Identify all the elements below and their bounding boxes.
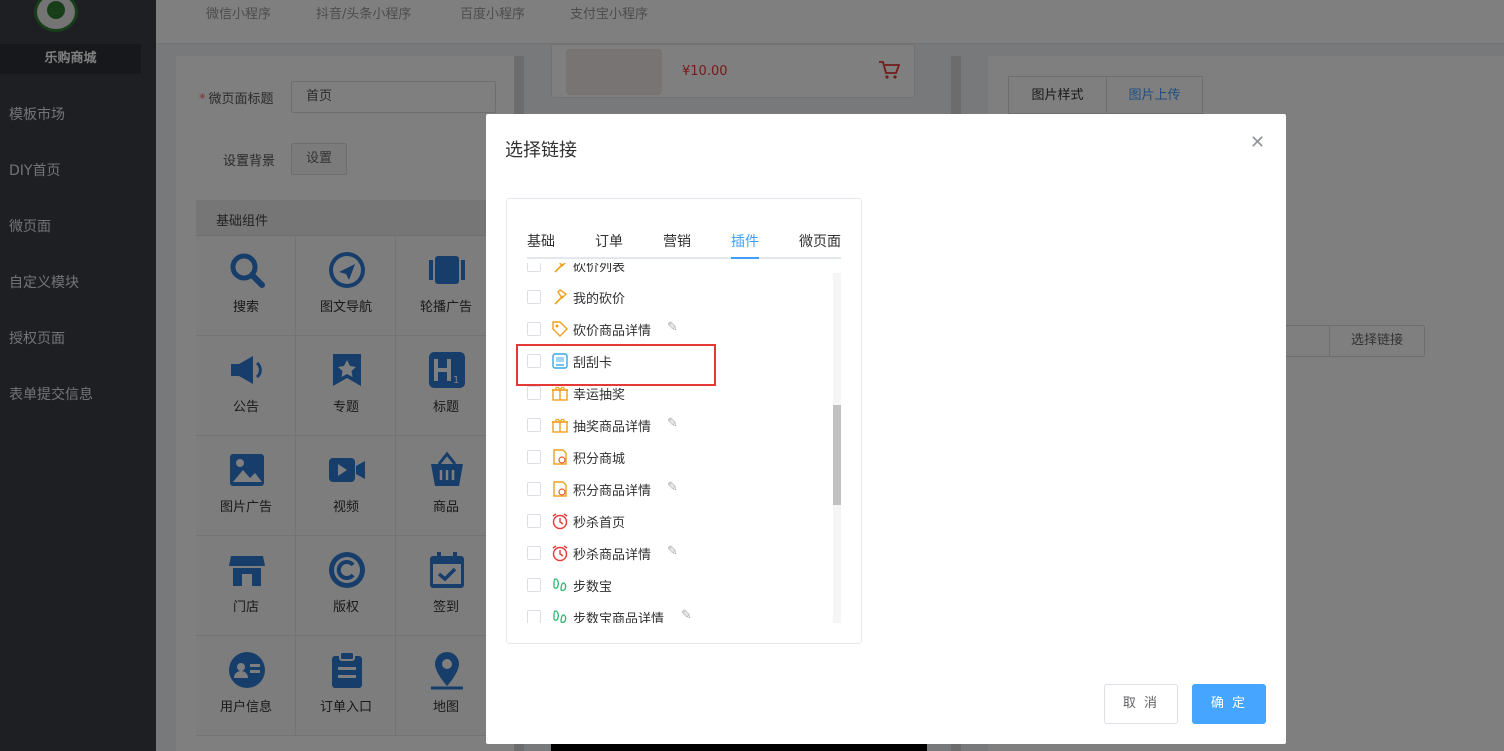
link-category-tabs: 基础 订单 营销 插件 微页面: [527, 225, 841, 259]
link-row[interactable]: 刮刮卡: [527, 351, 827, 371]
link-row[interactable]: 幸运抽奖: [527, 383, 827, 403]
alarm-clock-icon: [551, 544, 569, 562]
active-tab-indicator: [731, 257, 759, 259]
close-icon[interactable]: ✕: [1250, 132, 1265, 153]
row-checkbox[interactable]: [527, 290, 541, 304]
row-label: 秒杀商品详情: [573, 548, 652, 563]
edit-icon[interactable]: ✎: [681, 608, 692, 623]
link-row[interactable]: 抽奖商品详情 ✎: [527, 415, 827, 435]
row-label: 砍价商品详情: [573, 324, 652, 339]
price-tag-icon: [551, 320, 569, 338]
tab-basic[interactable]: 基础: [527, 231, 555, 251]
row-label: 积分商品详情: [573, 484, 652, 499]
row-checkbox[interactable]: [527, 354, 541, 368]
select-link-dialog: 选择链接 ✕ 基础 订单 营销 插件 微页面 砍价列表我的砍价砍价商品详情 ✎ 刮刮…: [486, 114, 1286, 744]
edit-icon[interactable]: ✎: [667, 416, 678, 431]
scratch-card-icon: [551, 352, 569, 370]
confirm-button[interactable]: 确 定: [1192, 684, 1266, 724]
tab-plugins[interactable]: 插件: [731, 231, 759, 251]
edit-icon[interactable]: ✎: [667, 320, 678, 335]
edit-icon[interactable]: ✎: [667, 480, 678, 495]
link-row[interactable]: 积分商品详情 ✎: [527, 479, 827, 499]
dialog-title: 选择链接: [505, 140, 577, 161]
link-row[interactable]: 砍价商品详情 ✎: [527, 319, 827, 339]
row-label: 抽奖商品详情: [573, 420, 652, 435]
tab-marketing[interactable]: 营销: [663, 231, 691, 251]
link-row[interactable]: 步数宝: [527, 575, 827, 595]
link-row[interactable]: 秒杀商品详情 ✎: [527, 543, 827, 563]
row-checkbox[interactable]: [527, 322, 541, 336]
row-label: 我的砍价: [573, 292, 626, 307]
axe-icon: [551, 288, 569, 306]
row-checkbox[interactable]: [527, 450, 541, 464]
footprint-icon: [551, 576, 569, 594]
row-checkbox[interactable]: [527, 578, 541, 592]
footprint-icon: [551, 608, 569, 623]
row-label: 步数宝: [573, 580, 613, 595]
link-row[interactable]: 砍价列表: [527, 263, 827, 275]
link-selector: 基础 订单 营销 插件 微页面 砍价列表我的砍价砍价商品详情 ✎ 刮刮卡幸运抽奖抽奖…: [506, 198, 862, 644]
link-row[interactable]: 积分商城: [527, 447, 827, 467]
list-scrollbar[interactable]: [833, 273, 841, 623]
edit-icon[interactable]: ✎: [667, 544, 678, 559]
gift-icon: [551, 416, 569, 434]
cancel-button[interactable]: 取 消: [1104, 684, 1178, 724]
row-checkbox[interactable]: [527, 418, 541, 432]
alarm-clock-icon: [551, 512, 569, 530]
row-checkbox[interactable]: [527, 514, 541, 528]
gift-icon: [551, 384, 569, 402]
row-label: 秒杀首页: [573, 516, 626, 531]
row-label: 步数宝商品详情: [573, 612, 665, 623]
plugin-link-list: 砍价列表我的砍价砍价商品详情 ✎ 刮刮卡幸运抽奖抽奖商品详情 ✎ 积分商城积分商品详情 ✎…: [507, 263, 837, 623]
points-icon: [551, 480, 569, 498]
row-checkbox[interactable]: [527, 482, 541, 496]
tab-order[interactable]: 订单: [595, 231, 623, 251]
row-checkbox[interactable]: [527, 546, 541, 560]
tab-micro-page[interactable]: 微页面: [799, 231, 841, 251]
list-scrollbar-thumb[interactable]: [833, 405, 841, 505]
row-checkbox[interactable]: [527, 386, 541, 400]
row-checkbox[interactable]: [527, 263, 541, 272]
row-checkbox[interactable]: [527, 610, 541, 623]
points-icon: [551, 448, 569, 466]
row-label: 刮刮卡: [573, 356, 613, 371]
link-row[interactable]: 步数宝商品详情 ✎: [527, 607, 827, 623]
row-label: 砍价列表: [573, 263, 626, 275]
row-label: 积分商城: [573, 452, 626, 467]
row-label: 幸运抽奖: [573, 388, 626, 403]
link-row[interactable]: 我的砍价: [527, 287, 827, 307]
axe-icon: [551, 263, 569, 274]
link-row[interactable]: 秒杀首页: [527, 511, 827, 531]
